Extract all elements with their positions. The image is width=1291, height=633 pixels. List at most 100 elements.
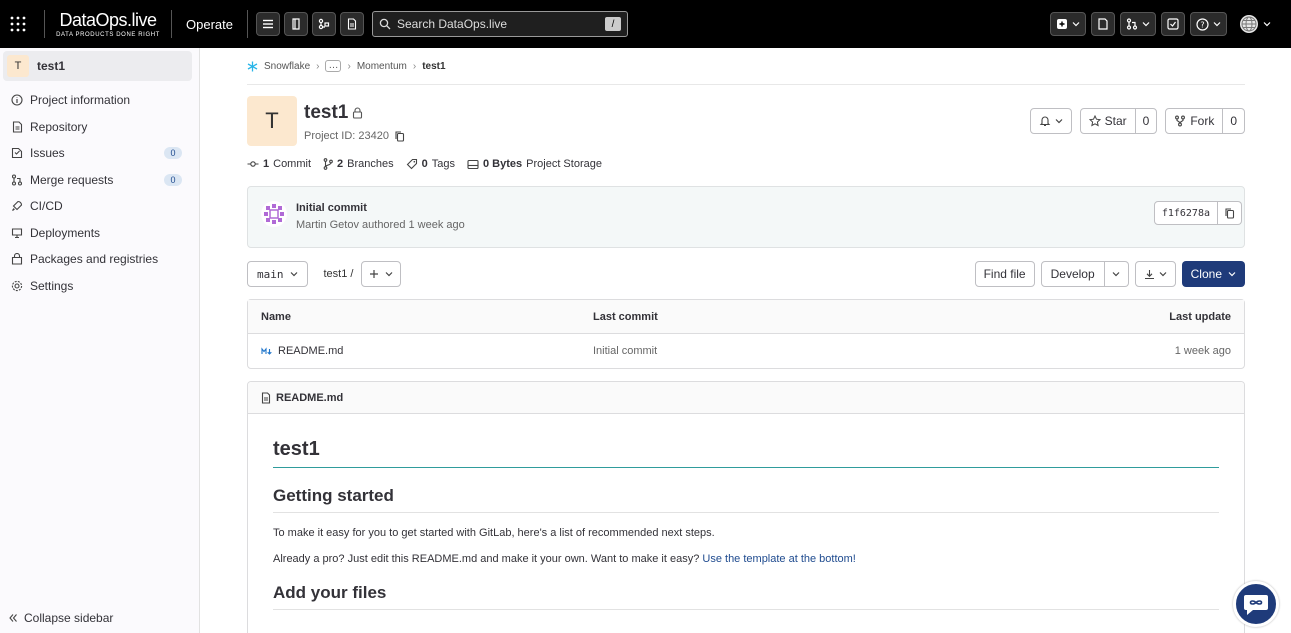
readme-heading-getting-started: Getting started bbox=[273, 486, 1219, 513]
readme-panel: README.md test1 Getting started To make … bbox=[247, 381, 1245, 633]
todos-button[interactable] bbox=[1161, 12, 1185, 36]
search-placeholder: Search DataOps.live bbox=[396, 17, 508, 31]
repo-path-root[interactable]: test1 bbox=[324, 268, 348, 280]
main-content: Snowflake › … › Momentum › test1 T test1… bbox=[247, 48, 1245, 633]
develop-dropdown[interactable]: Develop bbox=[1040, 261, 1129, 287]
file-last-commit[interactable]: Initial commit bbox=[593, 345, 1175, 357]
package-icon bbox=[10, 252, 24, 266]
sidebar-item-merge-requests[interactable]: Merge requests 0 bbox=[0, 167, 199, 194]
column-header-last-update: Last update bbox=[1169, 310, 1231, 323]
chevron-down-icon bbox=[1072, 22, 1080, 27]
operate-label[interactable]: Operate bbox=[180, 17, 239, 32]
sidebar-item-project-information[interactable]: Project information bbox=[0, 87, 199, 114]
top-navigation-bar: DataOps.live DATA PRODUCTS DONE RIGHT Op… bbox=[0, 0, 1291, 48]
copy-sha-button[interactable] bbox=[1218, 201, 1242, 225]
add-to-tree-button[interactable] bbox=[361, 261, 402, 287]
sidebar-item-settings[interactable]: Settings bbox=[0, 273, 199, 300]
chevron-down-icon bbox=[1263, 22, 1271, 27]
breadcrumb-group[interactable]: Snowflake bbox=[264, 61, 310, 72]
user-menu[interactable] bbox=[1239, 14, 1271, 34]
commit-sha[interactable]: f1f6278a bbox=[1153, 201, 1218, 225]
clone-button[interactable]: Clone bbox=[1181, 261, 1245, 287]
download-icon bbox=[1144, 269, 1154, 279]
chevron-down-icon bbox=[1213, 22, 1221, 27]
sidebar-nav: Project information Repository Issues 0 … bbox=[0, 87, 199, 299]
download-button[interactable] bbox=[1134, 261, 1176, 287]
project-id: Project ID: 23420 bbox=[304, 130, 405, 142]
sidebar-project-name: test1 bbox=[37, 59, 66, 73]
collapse-sidebar-label: Collapse sidebar bbox=[24, 611, 114, 625]
readme-paragraph: Already a pro? Just edit this README.md … bbox=[273, 553, 1219, 565]
sidebar-item-label: Repository bbox=[30, 119, 88, 134]
breadcrumb-subgroup[interactable]: Momentum bbox=[357, 61, 407, 72]
star-count[interactable]: 0 bbox=[1134, 109, 1157, 133]
notification-button[interactable] bbox=[1029, 108, 1072, 134]
project-avatar: T bbox=[7, 55, 29, 77]
book-button[interactable] bbox=[283, 12, 308, 36]
chevron-down-icon bbox=[1055, 119, 1063, 124]
file-table-header: Name Last commit Last update bbox=[248, 300, 1244, 334]
project-actions: Star 0 Fork 0 bbox=[1029, 108, 1245, 134]
app-menu-grid-icon[interactable] bbox=[0, 0, 36, 48]
logo-tagline: DATA PRODUCTS DONE RIGHT bbox=[56, 31, 160, 38]
todo-check-icon bbox=[1167, 18, 1179, 30]
readme-template-link[interactable]: Use the template at the bottom! bbox=[702, 553, 855, 565]
pipeline-button[interactable] bbox=[311, 12, 336, 36]
merge-request-icon bbox=[10, 173, 24, 187]
sidebar-item-ci-cd[interactable]: CI/CD bbox=[0, 193, 199, 220]
sidebar-toggle-button[interactable] bbox=[255, 12, 280, 36]
find-file-button[interactable]: Find file bbox=[974, 261, 1035, 287]
branch-selector[interactable]: main bbox=[247, 261, 308, 287]
breadcrumb-more-button[interactable]: … bbox=[325, 60, 342, 72]
breadcrumb: Snowflake › … › Momentum › test1 bbox=[247, 48, 1245, 85]
fork-button[interactable]: Fork 0 bbox=[1165, 108, 1245, 134]
hamburger-icon bbox=[262, 19, 273, 29]
create-new-button[interactable] bbox=[1050, 12, 1086, 36]
sidebar-item-deployments[interactable]: Deployments bbox=[0, 220, 199, 247]
readme-file-name[interactable]: README.md bbox=[276, 392, 343, 404]
sidebar-item-label: Settings bbox=[30, 278, 74, 293]
repo-path: test1 / bbox=[324, 268, 354, 280]
sidebar-item-packages-and-registries[interactable]: Packages and registries bbox=[0, 246, 199, 273]
file-name[interactable]: README.md bbox=[278, 345, 343, 357]
last-commit-panel: Initial commit Martin Getov authored 1 w… bbox=[247, 186, 1245, 248]
collapse-sidebar-button[interactable]: Collapse sidebar bbox=[8, 611, 113, 625]
sidebar-item-label: Issues bbox=[30, 146, 65, 161]
sidebar-item-label: Project information bbox=[30, 93, 131, 108]
copy-icon[interactable] bbox=[395, 130, 405, 142]
rocket-icon bbox=[10, 199, 24, 213]
develop-button[interactable]: Develop bbox=[1040, 261, 1105, 287]
deployments-icon bbox=[10, 226, 24, 240]
readme-content: test1 Getting started To make it easy fo… bbox=[248, 414, 1244, 610]
breadcrumb-current[interactable]: test1 bbox=[422, 61, 445, 72]
project-avatar-large: T bbox=[247, 96, 297, 146]
commit-author-avatar[interactable] bbox=[261, 201, 287, 227]
sidebar-item-issues[interactable]: Issues 0 bbox=[0, 140, 199, 167]
sidebar-project-header[interactable]: T test1 bbox=[3, 51, 192, 81]
sidebar-item-repository[interactable]: Repository bbox=[0, 114, 199, 141]
develop-toggle[interactable] bbox=[1104, 261, 1129, 287]
sidebar-item-label: Deployments bbox=[30, 225, 101, 240]
fork-count[interactable]: 0 bbox=[1222, 109, 1244, 133]
star-button[interactable]: Star 0 bbox=[1079, 108, 1158, 134]
bell-icon bbox=[1039, 116, 1050, 127]
chevron-down-icon bbox=[386, 272, 393, 277]
dataops-logo[interactable]: DataOps.live DATA PRODUCTS DONE RIGHT bbox=[53, 11, 163, 38]
breadcrumb-separator: › bbox=[347, 60, 351, 72]
file-tree-table: Name Last commit Last update README.md I… bbox=[247, 299, 1245, 369]
issues-count-badge: 0 bbox=[164, 147, 182, 160]
commit-title[interactable]: Initial commit bbox=[296, 202, 367, 214]
merge-request-icon bbox=[1126, 18, 1138, 30]
snippet-button[interactable] bbox=[339, 12, 364, 36]
issues-icon bbox=[1098, 18, 1108, 30]
issues-button[interactable] bbox=[1091, 12, 1115, 36]
file-name-cell: README.md bbox=[261, 345, 593, 357]
table-row[interactable]: README.md Initial commit 1 week ago bbox=[248, 334, 1244, 368]
gear-icon bbox=[10, 279, 24, 293]
readme-header: README.md bbox=[248, 382, 1244, 414]
merge-requests-button[interactable] bbox=[1120, 12, 1156, 36]
search-input[interactable]: Search DataOps.live / bbox=[371, 11, 628, 37]
divider bbox=[44, 10, 45, 38]
help-button[interactable]: ? bbox=[1190, 12, 1227, 36]
chat-support-button[interactable] bbox=[1233, 581, 1279, 627]
